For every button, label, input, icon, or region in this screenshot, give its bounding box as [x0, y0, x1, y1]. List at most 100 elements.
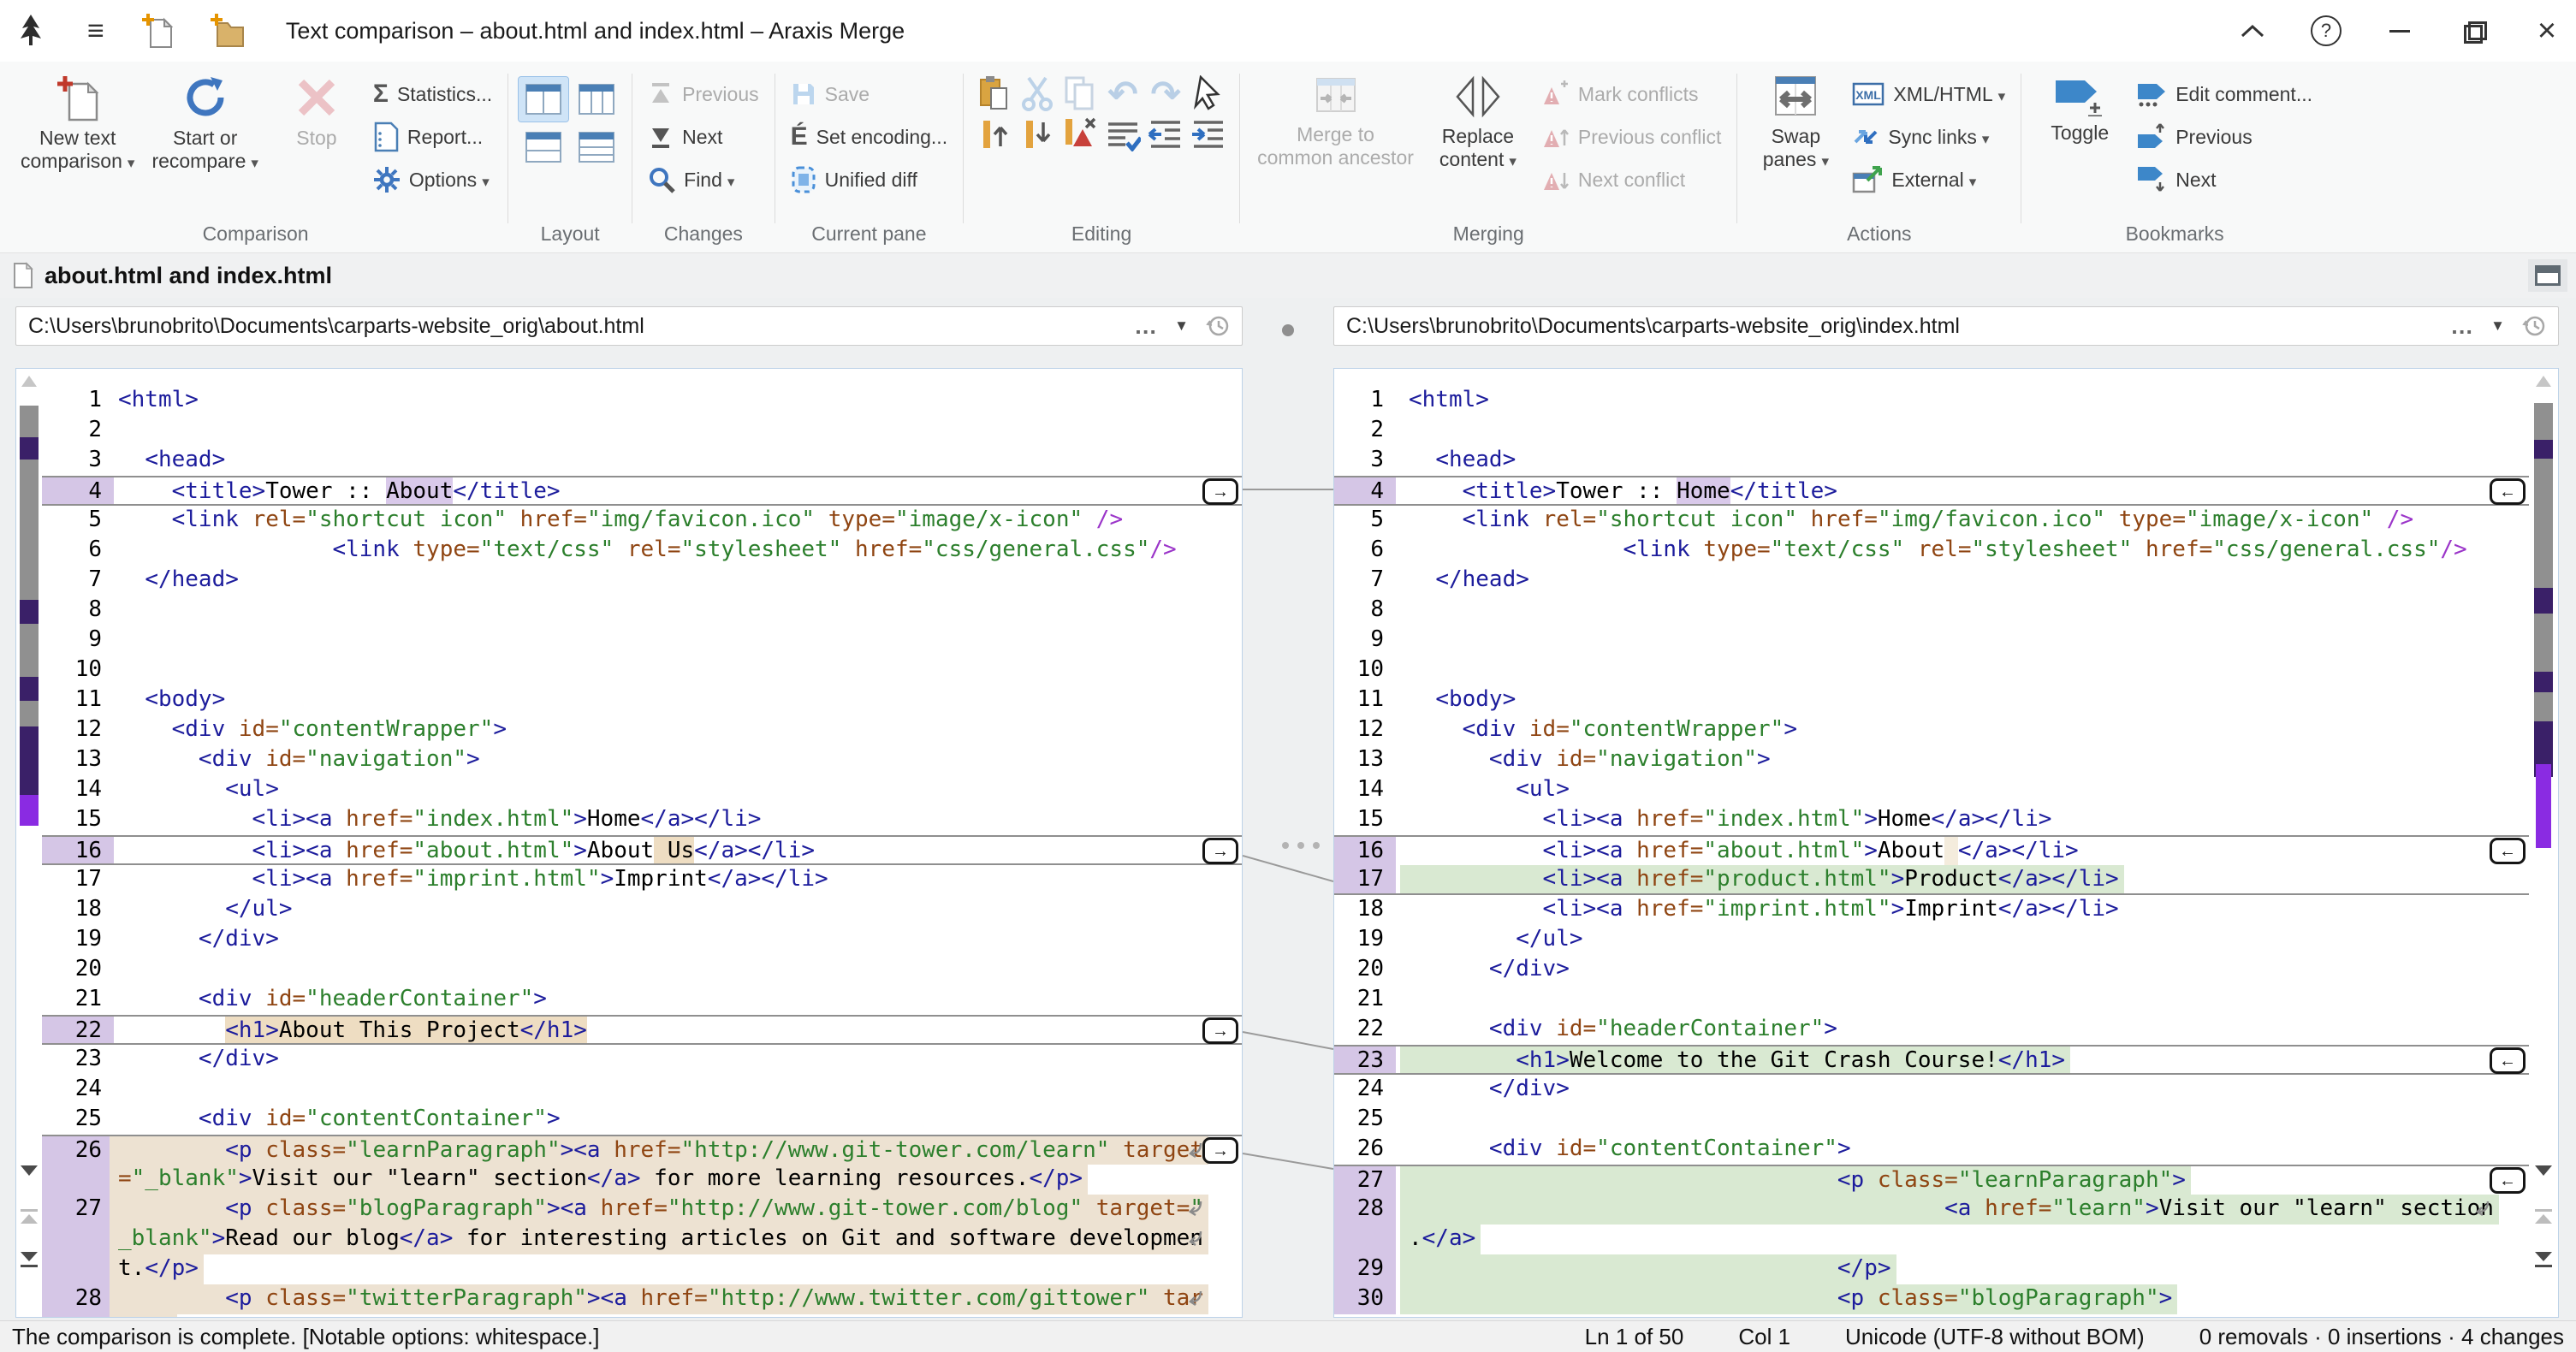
right-code-line[interactable]: 28 <a href="learn">Visit our "learn" sec…	[1334, 1195, 2529, 1225]
save-button[interactable]: Save	[786, 75, 953, 113]
cut-icon[interactable]	[1017, 74, 1058, 113]
left-code-line[interactable]: 28 <p class="twitterParagraph"><a href="…	[42, 1284, 1242, 1314]
right-code-line-wrap[interactable]: .</a>	[1334, 1225, 2529, 1254]
last-change-icon[interactable]	[20, 1250, 39, 1272]
paste-button[interactable]	[974, 74, 1015, 113]
undo-icon[interactable]: ↶	[1102, 74, 1143, 113]
left-code-line[interactable]: 2	[42, 416, 1242, 446]
left-code-line[interactable]: 12 <div id="contentWrapper">	[42, 715, 1242, 745]
right-code-line[interactable]: 13 <div id="navigation">	[1334, 745, 2529, 775]
path-dropdown-icon[interactable]: ▼	[2490, 317, 2505, 335]
scroll-down-icon[interactable]	[20, 1163, 39, 1185]
left-code-line[interactable]: 3 <head>	[42, 446, 1242, 476]
new-text-comparison-button[interactable]: New textcomparison	[14, 67, 141, 176]
right-code-line[interactable]: 6 <link type="text/css" rel="stylesheet"…	[1334, 536, 2529, 566]
history-clock-icon[interactable]	[2522, 314, 2546, 338]
copy-change-to-left-button[interactable]: ←	[2490, 478, 2526, 505]
layout-three-columns-button[interactable]	[572, 77, 621, 122]
minimize-button[interactable]	[2383, 14, 2417, 48]
right-code-line[interactable]: 18 <li><a href="imprint.html">Imprint</a…	[1334, 895, 2529, 925]
external-button[interactable]: External	[1847, 161, 2010, 199]
scroll-down-icon[interactable]	[2534, 1163, 2553, 1185]
merge-to-common-ancestor-button[interactable]: Merge tocommon ancestor	[1250, 67, 1421, 171]
right-code-line[interactable]: 22 <div id="headerContainer">	[1334, 1015, 2529, 1045]
left-code-line[interactable]: 17 <li><a href="imprint.html">Imprint</a…	[42, 865, 1242, 895]
mark-lines-up-icon[interactable]	[974, 115, 1015, 154]
left-code-line[interactable]: 9	[42, 626, 1242, 655]
history-clock-icon[interactable]	[1206, 314, 1230, 338]
right-code-line[interactable]: 10	[1334, 655, 2529, 685]
copy-change-to-right-button[interactable]: →	[1202, 478, 1238, 505]
menu-icon[interactable]: ≡	[87, 15, 104, 48]
options-button[interactable]: Options	[368, 161, 497, 199]
pane-layout-button[interactable]	[2528, 259, 2567, 292]
indent-lines-icon[interactable]	[1188, 115, 1229, 154]
stop-button[interactable]: Stop	[269, 67, 365, 151]
right-code-line[interactable]: 12 <div id="contentWrapper">	[1334, 715, 2529, 745]
close-button[interactable]: ×	[2530, 14, 2564, 48]
left-code-line[interactable]: 16 <li><a href="about.html">About Us</a>…	[42, 835, 1242, 865]
set-encoding-button[interactable]: É Set encoding...	[786, 118, 953, 156]
redo-icon[interactable]: ↷	[1145, 74, 1186, 113]
previous-conflict-button[interactable]: Previous conflict	[1535, 118, 1726, 156]
left-code-line[interactable]: 20	[42, 955, 1242, 985]
right-code-line[interactable]: 19 </ul>	[1334, 925, 2529, 955]
left-file-path[interactable]: C:\Users\brunobrito\Documents\carparts-w…	[28, 314, 1134, 339]
mark-lines-down-icon[interactable]	[1017, 115, 1058, 154]
find-button[interactable]: Find	[643, 161, 763, 199]
left-code-line[interactable]: 23 </div>	[42, 1045, 1242, 1075]
right-code-line[interactable]: 8	[1334, 596, 2529, 626]
left-code-line[interactable]: 24	[42, 1075, 1242, 1105]
left-code-line[interactable]: 5 <link rel="shortcut icon" href="img/fa…	[42, 506, 1242, 536]
browse-ellipsis-icon[interactable]: …	[1134, 313, 1157, 340]
right-code-line[interactable]: 25	[1334, 1105, 2529, 1135]
right-code-line[interactable]: 16 <li><a href="about.html">About </a></…	[1334, 835, 2529, 865]
next-bookmark-button[interactable]: Next	[2131, 161, 2318, 199]
toggle-bookmark-button[interactable]: Toggle	[2032, 67, 2128, 146]
last-change-icon[interactable]	[2534, 1250, 2553, 1272]
left-file-path-bar[interactable]: C:\Users\brunobrito\Documents\carparts-w…	[15, 306, 1243, 346]
left-code-line[interactable]: 11 <body>	[42, 685, 1242, 715]
right-code-line[interactable]: 30 <p class="blogParagraph">	[1334, 1284, 2529, 1314]
left-code-line[interactable]: 1<html>	[42, 386, 1242, 416]
right-code-line[interactable]: 4 <title>Tower :: Home</title>←	[1334, 476, 2529, 506]
collapse-ribbon-icon[interactable]	[2235, 14, 2270, 48]
right-overview-strip[interactable]	[2529, 369, 2558, 1317]
right-code-line[interactable]: 9	[1334, 626, 2529, 655]
right-code-line[interactable]: 3 <head>	[1334, 446, 2529, 476]
copy-icon[interactable]	[1059, 74, 1101, 113]
right-code-line[interactable]: 1<html>	[1334, 386, 2529, 416]
right-code-line[interactable]: 17 <li><a href="product.html">Product</a…	[1334, 865, 2529, 895]
first-change-icon[interactable]	[2534, 1207, 2553, 1230]
left-code-pane[interactable]: 1<html>23 <head>4 <title>Tower :: About<…	[15, 368, 1243, 1318]
left-code-line[interactable]: 7 </head>	[42, 566, 1242, 596]
right-code-line[interactable]: 27 <p class="learnParagraph">←	[1334, 1165, 2529, 1195]
right-code-line[interactable]: 7 </head>	[1334, 566, 2529, 596]
right-code-line[interactable]: 15 <li><a href="index.html">Home</a></li…	[1334, 805, 2529, 835]
left-code-line[interactable]: 15 <li><a href="index.html">Home</a></li…	[42, 805, 1242, 835]
start-or-recompare-button[interactable]: Start orrecompare	[145, 67, 264, 176]
left-code-line[interactable]: 13 <div id="navigation">	[42, 745, 1242, 775]
copy-change-to-right-button[interactable]: →	[1202, 838, 1238, 864]
scroll-up-icon[interactable]	[2536, 376, 2551, 387]
left-overview-strip[interactable]	[16, 369, 42, 1317]
statistics-button[interactable]: Σ Statistics...	[368, 75, 497, 113]
first-change-icon[interactable]	[20, 1207, 39, 1230]
unindent-lines-icon[interactable]	[1145, 115, 1186, 154]
report-button[interactable]: Report...	[368, 118, 497, 156]
right-file-path-bar[interactable]: C:\Users\brunobrito\Documents\carparts-w…	[1333, 306, 2559, 346]
copy-change-to-right-button[interactable]: →	[1202, 1137, 1238, 1164]
left-code-line[interactable]: 14 <ul>	[42, 775, 1242, 805]
right-overview-thumb[interactable]	[2534, 403, 2553, 777]
copy-change-to-right-button[interactable]: →	[1202, 1017, 1238, 1044]
left-code-line[interactable]: 10	[42, 655, 1242, 685]
right-code-line[interactable]: 26 <div id="contentContainer">	[1334, 1135, 2529, 1165]
left-code-line[interactable]: 27 <p class="blogParagraph"><a href="htt…	[42, 1195, 1242, 1225]
left-code-line[interactable]: 4 <title>Tower :: About</title>→	[42, 476, 1242, 506]
left-code-line[interactable]: 21 <div id="headerContainer">	[42, 985, 1242, 1015]
browse-ellipsis-icon[interactable]: …	[2450, 313, 2473, 340]
remove-line-marks-icon[interactable]	[1059, 115, 1101, 154]
new-document-icon[interactable]	[140, 13, 173, 49]
left-code-line[interactable]: 8	[42, 596, 1242, 626]
right-code-line[interactable]: 20 </div>	[1334, 955, 2529, 985]
